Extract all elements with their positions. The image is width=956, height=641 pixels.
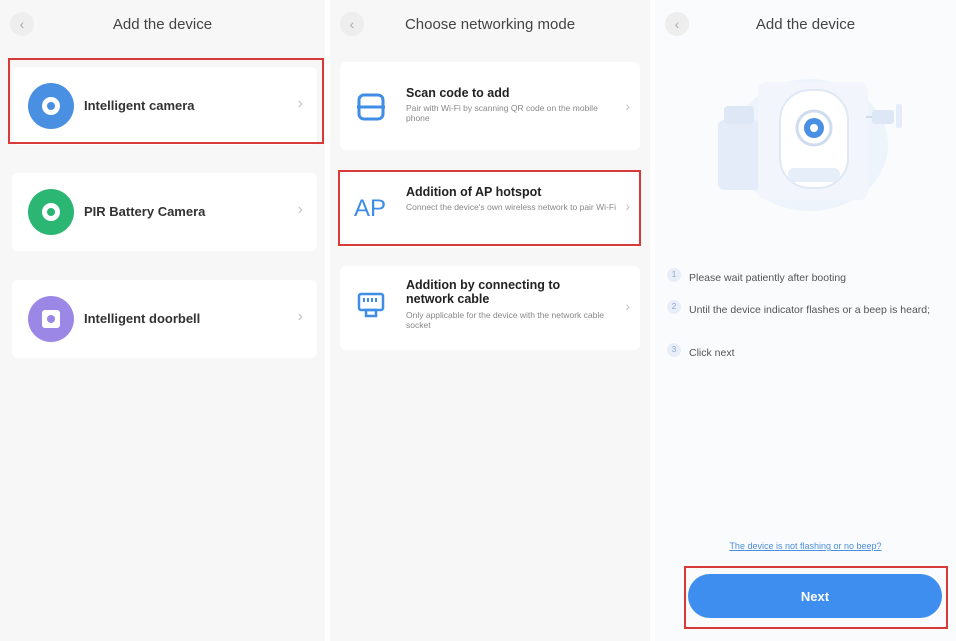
- add-device-panel: ‹ Add the device Intelligent camera › PI…: [0, 0, 325, 641]
- camera-router-illustration: [710, 60, 910, 220]
- step-text: Please wait patiently after booting: [689, 272, 847, 284]
- chevron-right-icon: ›: [625, 98, 630, 114]
- mode-ap-hotspot[interactable]: AP Addition of AP hotspot Connect the de…: [340, 170, 640, 248]
- chevron-right-icon: ›: [297, 308, 303, 325]
- step-number: 3: [667, 343, 681, 357]
- chevron-right-icon: ›: [297, 95, 303, 112]
- header: ‹ Add the device: [0, 0, 325, 50]
- device-item-intelligent-camera[interactable]: Intelligent camera ›: [12, 67, 317, 145]
- device-label: Intelligent doorbell: [84, 311, 201, 326]
- chevron-right-icon: ›: [625, 298, 630, 314]
- mode-description: Connect the device's own wireless networ…: [406, 202, 616, 212]
- mode-title: Addition by connecting to network cable: [406, 278, 561, 306]
- chevron-right-icon: ›: [625, 198, 630, 214]
- page-title: Add the device: [112, 16, 213, 33]
- step-item: 1 Please wait patiently after booting: [667, 268, 939, 288]
- mode-scan-code[interactable]: Scan code to add Pair with Wi-Fi by scan…: [340, 62, 640, 150]
- pir-camera-icon: [28, 189, 74, 235]
- step-number: 1: [667, 268, 681, 282]
- mode-description: Pair with Wi-Fi by scanning QR code on t…: [406, 103, 598, 123]
- page-title: Add the device: [755, 16, 856, 33]
- device-label: PIR Battery Camera: [84, 204, 206, 219]
- mode-title: Scan code to add: [406, 86, 510, 100]
- camera-icon: [28, 83, 74, 129]
- header: ‹ Choose networking mode: [330, 0, 650, 50]
- chevron-right-icon: ›: [297, 201, 303, 218]
- device-label: Intelligent camera: [84, 98, 195, 113]
- mode-description: Only applicable for the device with the …: [406, 310, 604, 330]
- doorbell-icon: [28, 296, 74, 342]
- device-item-intelligent-doorbell[interactable]: Intelligent doorbell ›: [12, 280, 317, 358]
- header: ‹ Add the device: [655, 0, 956, 50]
- mode-title: Addition of AP hotspot: [406, 185, 542, 199]
- step-item: 2 Until the device indicator flashes or a…: [667, 300, 939, 320]
- step-text: Until the device indicator flashes or a …: [689, 304, 931, 316]
- scan-icon: [354, 90, 388, 124]
- step-number: 2: [667, 300, 681, 314]
- help-link[interactable]: The device is not flashing or no beep?: [655, 541, 956, 551]
- step-text: Click next: [689, 347, 735, 359]
- networking-mode-panel: ‹ Choose networking mode Scan code to ad…: [330, 0, 650, 641]
- next-button[interactable]: Next: [688, 574, 942, 618]
- page-title: Choose networking mode: [404, 16, 576, 33]
- device-item-pir-battery-camera[interactable]: PIR Battery Camera ›: [12, 173, 317, 251]
- step-item: 3 Click next: [667, 343, 939, 363]
- add-device-steps-panel: ‹ Add the device 1 Please wait patiently …: [655, 0, 956, 641]
- ap-icon: AP: [354, 195, 387, 222]
- ethernet-icon: [354, 288, 388, 322]
- mode-network-cable[interactable]: Addition by connecting to network cable …: [340, 266, 640, 350]
